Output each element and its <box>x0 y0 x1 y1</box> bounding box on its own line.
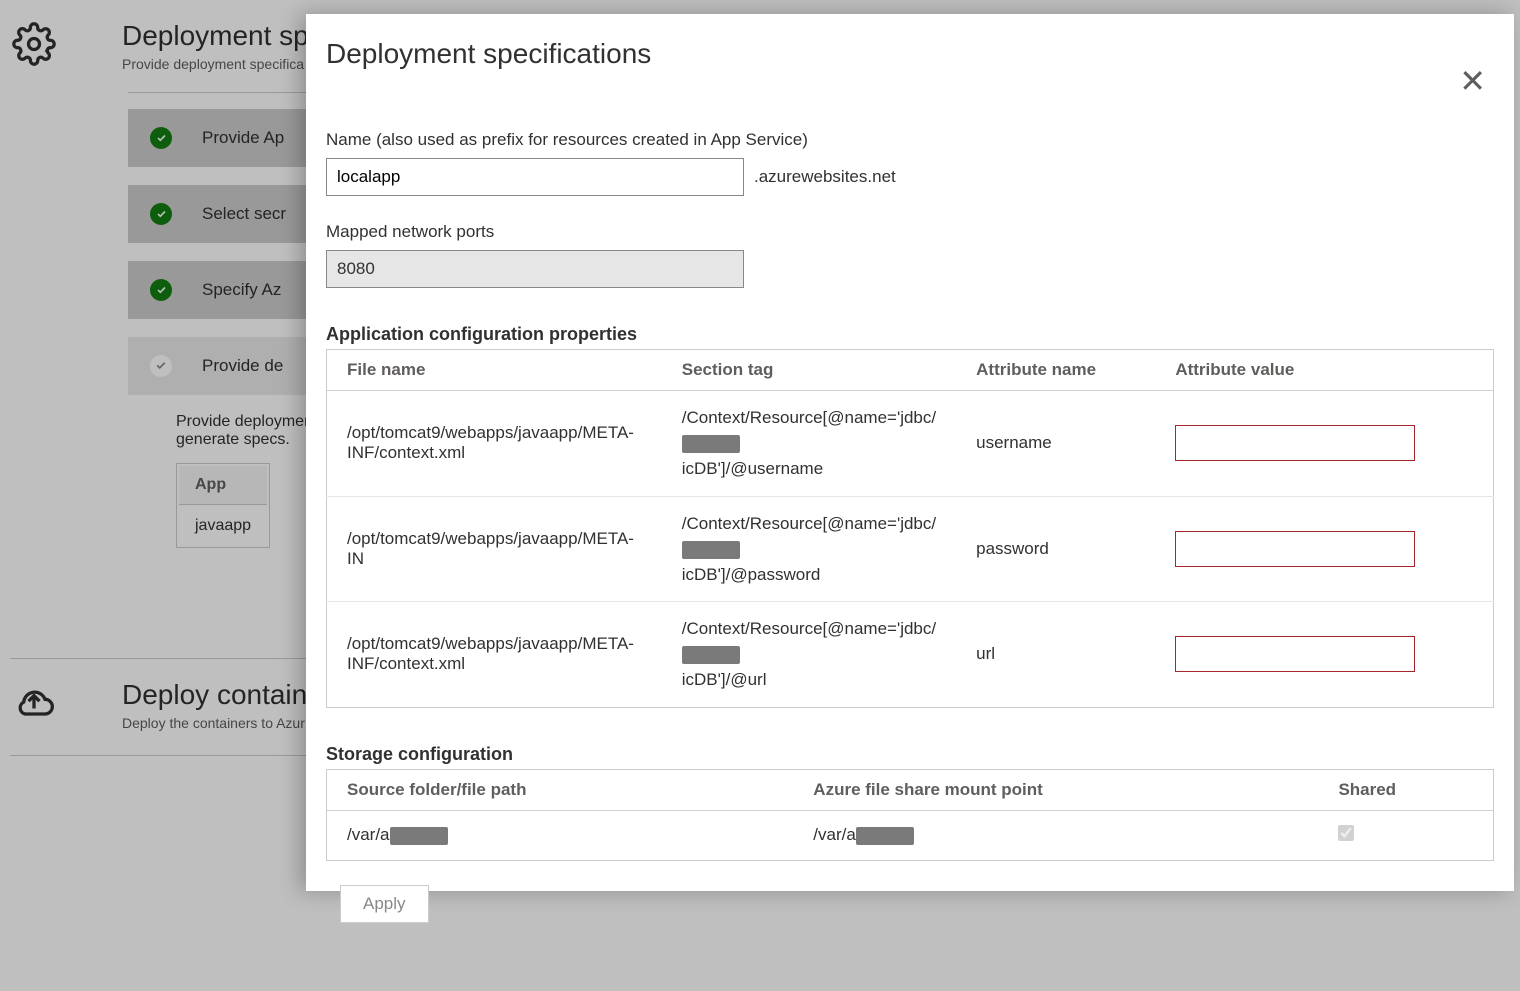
close-button[interactable]: ✕ <box>1451 58 1494 104</box>
apply-button[interactable]: Apply <box>340 885 429 923</box>
redacted-text <box>682 541 740 559</box>
section-tag-cell: /Context/Resource[@name='jdbc/icDB']/@us… <box>662 391 956 497</box>
redacted-text <box>390 827 448 845</box>
name-input[interactable] <box>326 158 744 196</box>
attr-value-cell <box>1155 391 1493 497</box>
table-header: Source folder/file path <box>327 769 794 810</box>
table-header: Section tag <box>662 350 956 391</box>
storage-section-title: Storage configuration <box>326 744 1494 765</box>
storage-table: Source folder/file path Azure file share… <box>326 769 1494 861</box>
attr-value-cell <box>1155 602 1493 708</box>
ports-label: Mapped network ports <box>326 222 1494 242</box>
section-tag-cell: /Context/Resource[@name='jdbc/icDB']/@pa… <box>662 496 956 602</box>
table-row: /opt/tomcat9/webapps/javaapp/META-INF/co… <box>327 391 1494 497</box>
table-row: /var/a /var/a <box>327 810 1494 860</box>
mount-point-cell: /var/a <box>793 810 1318 860</box>
modal-title: Deployment specifications <box>326 38 651 70</box>
attr-name-cell: password <box>956 496 1155 602</box>
redacted-text <box>682 435 740 453</box>
ports-input <box>326 250 744 288</box>
source-path-cell: /var/a <box>327 810 794 860</box>
file-name-cell: /opt/tomcat9/webapps/javaapp/META-INF/co… <box>327 391 662 497</box>
name-label: Name (also used as prefix for resources … <box>326 130 1494 150</box>
file-name-cell: /opt/tomcat9/webapps/javaapp/META-INF/co… <box>327 602 662 708</box>
domain-suffix: .azurewebsites.net <box>754 167 896 187</box>
table-header: File name <box>327 350 662 391</box>
redacted-text <box>856 827 914 845</box>
attr-value-input[interactable] <box>1175 531 1415 567</box>
table-header: Attribute name <box>956 350 1155 391</box>
attr-name-cell: url <box>956 602 1155 708</box>
shared-cell <box>1318 810 1493 860</box>
table-header: Azure file share mount point <box>793 769 1318 810</box>
shared-checkbox <box>1338 825 1354 841</box>
file-name-cell: /opt/tomcat9/webapps/javaapp/META-IN <box>327 496 662 602</box>
attr-value-input[interactable] <box>1175 636 1415 672</box>
table-row: /opt/tomcat9/webapps/javaapp/META-INF/co… <box>327 602 1494 708</box>
section-tag-cell: /Context/Resource[@name='jdbc/icDB']/@ur… <box>662 602 956 708</box>
deployment-spec-modal: Deployment specifications ✕ Name (also u… <box>306 14 1514 891</box>
table-row: /opt/tomcat9/webapps/javaapp/META-IN /Co… <box>327 496 1494 602</box>
appcfg-table: File name Section tag Attribute name Att… <box>326 349 1494 708</box>
close-icon: ✕ <box>1459 63 1486 99</box>
table-header: Shared <box>1318 769 1493 810</box>
attr-name-cell: username <box>956 391 1155 497</box>
table-header: Attribute value <box>1155 350 1493 391</box>
redacted-text <box>682 646 740 664</box>
attr-value-input[interactable] <box>1175 425 1415 461</box>
attr-value-cell <box>1155 496 1493 602</box>
appcfg-section-title: Application configuration properties <box>326 324 1494 345</box>
